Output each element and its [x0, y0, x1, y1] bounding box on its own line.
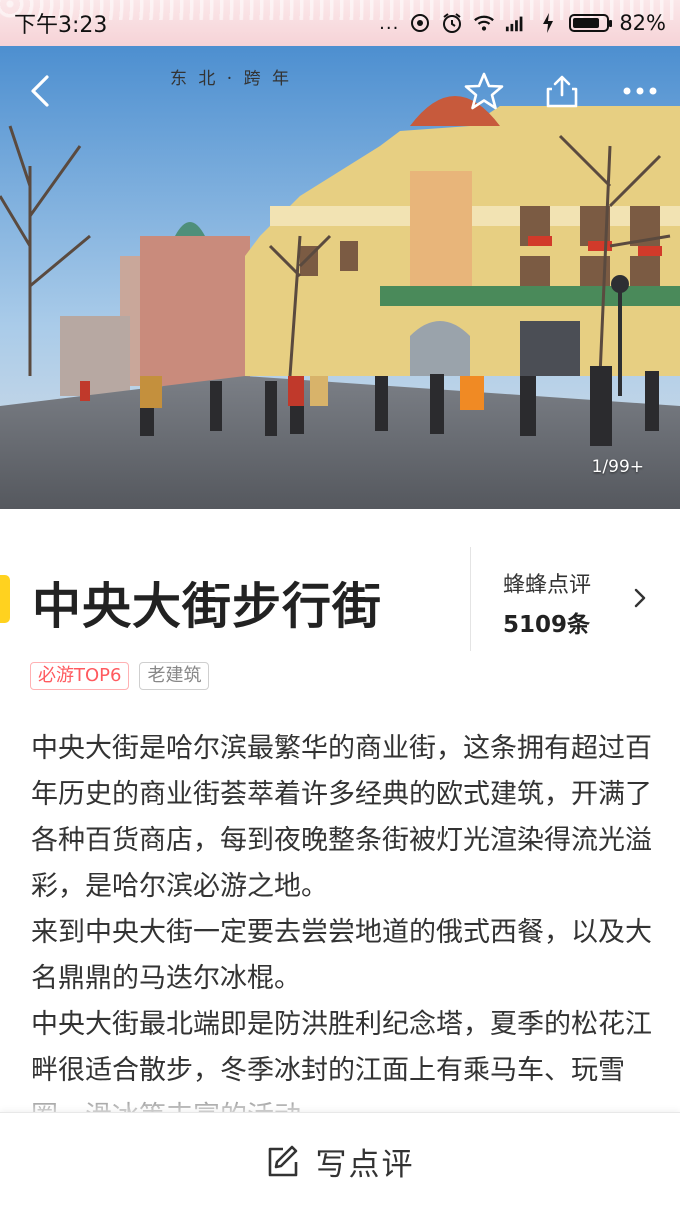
status-bar: 下午3:23 ... 82% — [0, 0, 680, 46]
review-summary-button[interactable]: 蜂蜂点评 5109条 — [470, 547, 680, 651]
status-time: 下午3:23 — [14, 13, 108, 38]
star-icon[interactable] — [462, 69, 506, 113]
review-count: 5109条 — [503, 612, 591, 638]
write-review-label: 写点评 — [315, 1146, 415, 1183]
battery-percent: 82% — [619, 11, 666, 35]
title-accent-bar — [0, 575, 10, 623]
back-arrow-icon[interactable] — [18, 69, 62, 113]
charging-icon — [537, 12, 559, 34]
chevron-right-icon — [634, 588, 646, 608]
description: 中央大街是哈尔滨最繁华的商业街，这条拥有超过百年历史的商业街荟萃着许多经典的欧式… — [31, 726, 653, 1112]
photo-counter: 1/99+ — [591, 457, 644, 477]
status-icons: ... 82% — [379, 11, 666, 35]
tag-must-visit[interactable]: 必游TOP6 — [30, 662, 130, 690]
edit-icon — [268, 1145, 297, 1177]
hero-toolbar — [0, 46, 680, 136]
wifi-icon — [473, 12, 495, 34]
title-row: 中央大街步行街 蜂蜂点评 5109条 — [0, 545, 680, 655]
tag-old-architecture[interactable]: 老建筑 — [139, 662, 210, 690]
review-label: 蜂蜂点评 — [503, 573, 592, 598]
signal-icon — [505, 12, 527, 34]
description-paragraph: 中央大街是哈尔滨最繁华的商业街，这条拥有超过百年历史的商业街荟萃着许多经典的欧式… — [31, 733, 652, 902]
page-title: 中央大街步行街 — [32, 578, 383, 635]
alarm-icon — [441, 12, 463, 34]
tag-list: 必游TOP6 老建筑 — [30, 662, 210, 690]
hero-photo[interactable]: 东 北 · 跨 年 1/99+ — [0, 46, 680, 509]
battery-icon — [569, 14, 613, 32]
write-review-button[interactable]: 写点评 — [0, 1112, 680, 1209]
notification-dots: ... — [379, 12, 400, 34]
share-icon[interactable] — [540, 69, 584, 113]
more-icon[interactable] — [618, 69, 662, 113]
description-paragraph: 来到中央大街一定要去尝尝地道的俄式西餐，以及大名鼎鼎的马迭尔冰棍。 — [31, 917, 652, 994]
hotspot-icon — [409, 12, 431, 34]
